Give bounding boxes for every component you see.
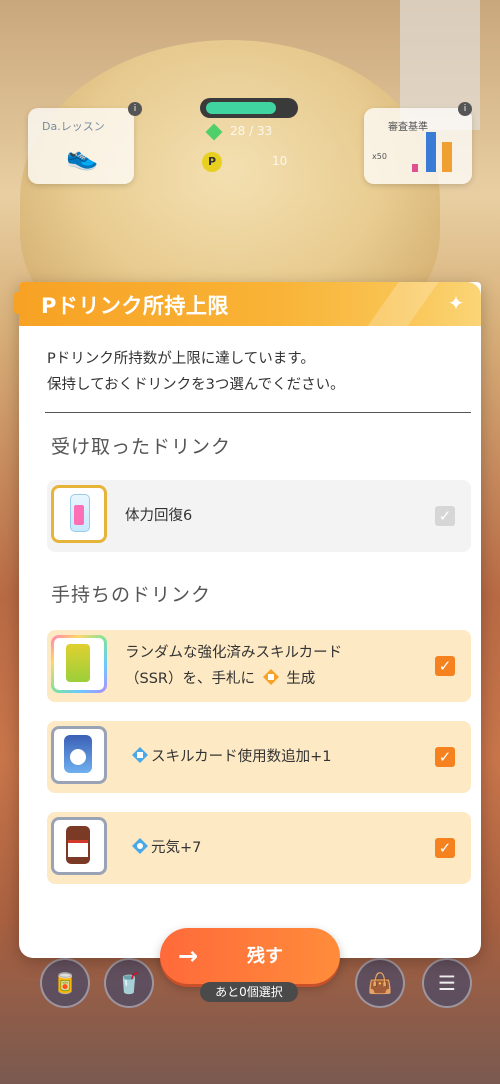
bag-icon: 👜	[367, 971, 393, 995]
sparkle-icon: ✦	[447, 291, 465, 315]
effect-line-2-prefix: （SSR）を、手札に	[125, 671, 255, 687]
effect-line-1: ランダムな強化済みスキルカード	[125, 645, 343, 661]
effect-line-2: （SSR）を、手札に 生成	[125, 666, 342, 692]
keep-button-label: 残す	[247, 946, 283, 967]
lesson-card-title: Da.レッスン	[42, 120, 105, 133]
drink-slot-1[interactable]: 🥫	[40, 958, 90, 1008]
card-count-icon	[132, 747, 148, 763]
modal-title: Pドリンク所持上限	[41, 294, 229, 318]
drink-slot-2[interactable]: 🥤	[104, 958, 154, 1008]
drink-effect-text: スキルカード使用数追加+1	[129, 744, 331, 770]
drink-effect-text: 元気+7	[129, 835, 201, 861]
p-point-icon: P	[202, 152, 222, 172]
received-section-title: 受け取ったドリンク	[51, 436, 232, 458]
bottle-icon	[70, 494, 90, 532]
exam-bar-visual	[442, 142, 452, 172]
stamina-fill	[206, 102, 276, 114]
stamina-bar	[200, 98, 298, 118]
exam-bar-vocal	[412, 164, 418, 172]
drink-thumb	[51, 817, 107, 875]
drink-thumb	[51, 726, 107, 784]
received-drink-row[interactable]: 体力回復6 ✓	[47, 480, 471, 552]
drink-thumb	[51, 635, 107, 693]
shaker-icon	[64, 735, 92, 773]
header-decoration	[356, 282, 446, 326]
exam-bar-dance	[426, 132, 436, 172]
info-icon: i	[128, 102, 142, 116]
drink-thumb	[51, 485, 107, 543]
bag-button[interactable]: 👜	[355, 958, 405, 1008]
keep-button[interactable]: → 残す	[160, 928, 340, 984]
stamina-text: 28 / 33	[230, 124, 273, 138]
bottle-icon	[66, 826, 90, 864]
effect-line-2-suffix: 生成	[286, 671, 316, 687]
checkbox-checked[interactable]: ✓	[435, 656, 455, 676]
held-section-title: 手持ちのドリンク	[51, 584, 212, 606]
shoe-icon: 👟	[66, 142, 99, 172]
energy-icon	[132, 838, 148, 854]
can-icon: 🥫	[52, 971, 78, 995]
modal-message: Pドリンク所持数が上限に達しています。 保持しておくドリンクを3つ選んでください…	[47, 346, 345, 398]
info-icon: i	[458, 102, 472, 116]
remaining-selection-count: あと0個選択	[200, 982, 298, 1002]
drink-effect-text: ランダムな強化済みスキルカード （SSR）を、手札に 生成	[125, 640, 342, 692]
message-line-2: 保持しておくドリンクを3つ選んでください。	[47, 377, 345, 393]
p-point-value: 10	[272, 154, 288, 168]
menu-button[interactable]: ☰	[422, 958, 472, 1008]
checkbox-checked[interactable]: ✓	[435, 747, 455, 767]
exam-card-title: 審査基準	[388, 122, 428, 133]
held-drink-row-1[interactable]: ランダムな強化済みスキルカード （SSR）を、手札に 生成 ✓	[47, 630, 471, 702]
effect-text: 元気+7	[151, 840, 202, 856]
divider	[45, 412, 471, 413]
exam-card-scale: x50	[372, 152, 387, 161]
held-drink-row-2[interactable]: スキルカード使用数追加+1 ✓	[47, 721, 471, 793]
header-tab-decoration	[14, 292, 24, 314]
message-line-1: Pドリンク所持数が上限に達しています。	[47, 351, 315, 367]
lesson-card: Da.レッスン 👟	[28, 108, 134, 184]
checkbox-checked[interactable]: ✓	[435, 838, 455, 858]
skill-card-generate-icon	[262, 669, 279, 685]
checkbox-disabled: ✓	[435, 506, 455, 526]
effect-text: スキルカード使用数追加+1	[151, 749, 332, 765]
can-icon	[66, 644, 90, 682]
menu-icon: ☰	[438, 971, 456, 995]
shaker-icon: 🥤	[116, 971, 142, 995]
drink-effect-text: 体力回復6	[125, 508, 193, 524]
drink-limit-modal: Pドリンク所持上限 ✦ Pドリンク所持数が上限に達しています。 保持しておくドリ…	[19, 282, 481, 958]
held-drink-row-3[interactable]: 元気+7 ✓	[47, 812, 471, 884]
exam-criteria-card: 審査基準 x50	[364, 108, 472, 184]
modal-header: Pドリンク所持上限 ✦	[19, 282, 481, 326]
